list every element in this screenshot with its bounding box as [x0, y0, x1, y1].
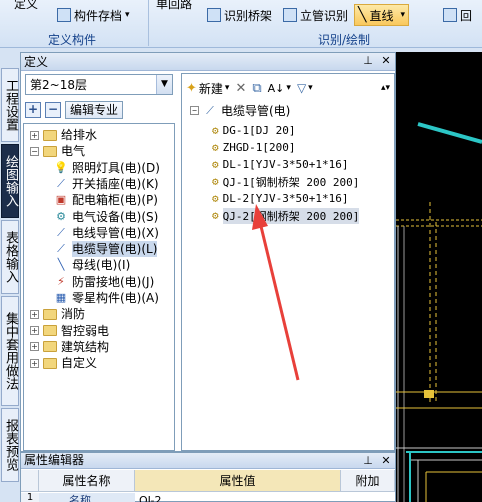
- arrow-shaft: [257, 217, 300, 381]
- arrow-head: [252, 204, 268, 230]
- annotation-arrow: [252, 204, 300, 381]
